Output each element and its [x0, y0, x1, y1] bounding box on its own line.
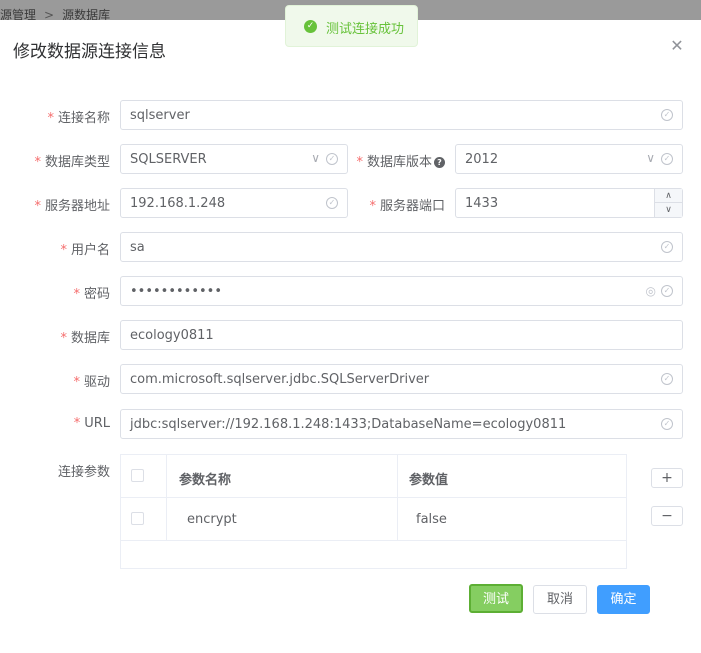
success-icon: ✓ [304, 20, 317, 33]
row-checkbox[interactable] [131, 512, 144, 525]
close-icon[interactable]: ✕ [669, 38, 685, 54]
column-header: 参数值 [409, 473, 449, 488]
url-label: * URL [73, 416, 110, 431]
username-input[interactable]: sa ✓ [120, 232, 683, 262]
password-input[interactable]: •••••••••••• ◎ ✓ [120, 276, 683, 306]
server-addr-input[interactable]: 192.168.1.248 ✓ [120, 188, 348, 218]
remove-param-button[interactable]: − [651, 506, 683, 526]
test-button[interactable]: 测试 [469, 584, 523, 613]
eye-slash-icon[interactable]: ◎ [646, 284, 656, 298]
server-port-stepper[interactable]: 1433 ∧ ∨ [455, 188, 683, 218]
driver-label: * 驱动 [73, 375, 110, 390]
db-version-label: * 数据库版本? [350, 151, 445, 170]
add-param-button[interactable]: + [651, 468, 683, 488]
chevron-down-icon: ∨ [646, 151, 655, 165]
password-label: * 密码 [73, 287, 110, 302]
port-stepper-controls: ∧ ∨ [654, 189, 682, 217]
table-header: 参数名称 参数值 [121, 455, 626, 498]
cancel-button[interactable]: 取消 [533, 585, 587, 614]
username-label: * 用户名 [60, 243, 110, 258]
edit-datasource-dialog: 修改数据源连接信息 ✕ * 连接名称 sqlserver ✓ * 数据库类型 SQL… [0, 20, 701, 653]
conn-name-label: * 连接名称 [47, 111, 110, 126]
help-icon[interactable]: ? [434, 157, 445, 168]
check-circle-icon: ✓ [661, 109, 673, 121]
step-down-icon[interactable]: ∨ [655, 203, 682, 217]
toast-message: 测试连接成功 [326, 22, 405, 37]
check-circle-icon: ✓ [661, 241, 673, 253]
database-input[interactable]: ecology0811 [120, 320, 683, 350]
chevron-down-icon: ∨ [311, 151, 320, 165]
step-up-icon[interactable]: ∧ [655, 189, 682, 203]
table-row[interactable]: encrypt false [121, 498, 626, 541]
param-value-cell: false [416, 512, 447, 527]
params-label: 连接参数 [57, 465, 110, 480]
check-circle-icon: ✓ [661, 285, 673, 297]
check-circle-icon: ✓ [326, 153, 338, 165]
select-all-checkbox[interactable] [131, 469, 144, 482]
database-label: * 数据库 [60, 331, 110, 346]
dialog-title: 修改数据源连接信息 [13, 42, 166, 62]
server-port-label: * 服务器端口 [369, 199, 445, 214]
db-type-select[interactable]: SQLSERVER ∨ ✓ [120, 144, 348, 174]
confirm-button[interactable]: 确定 [597, 585, 650, 614]
check-circle-icon: ✓ [661, 418, 673, 430]
success-toast: ✓ 测试连接成功 [285, 5, 418, 47]
conn-name-input[interactable]: sqlserver ✓ [120, 100, 683, 130]
db-version-select[interactable]: 2012 ∨ ✓ [455, 144, 683, 174]
param-name-cell: encrypt [187, 512, 237, 527]
url-input[interactable]: jdbc:sqlserver://192.168.1.248:1433;Data… [120, 409, 683, 439]
column-header: 参数名称 [179, 473, 232, 488]
check-circle-icon: ✓ [661, 153, 673, 165]
server-addr-label: * 服务器地址 [34, 199, 110, 214]
check-circle-icon: ✓ [661, 373, 673, 385]
driver-input[interactable]: com.microsoft.sqlserver.jdbc.SQLServerDr… [120, 364, 683, 394]
params-table: 参数名称 参数值 encrypt false [120, 454, 627, 569]
check-circle-icon: ✓ [326, 197, 338, 209]
db-type-label: * 数据库类型 [34, 155, 110, 170]
